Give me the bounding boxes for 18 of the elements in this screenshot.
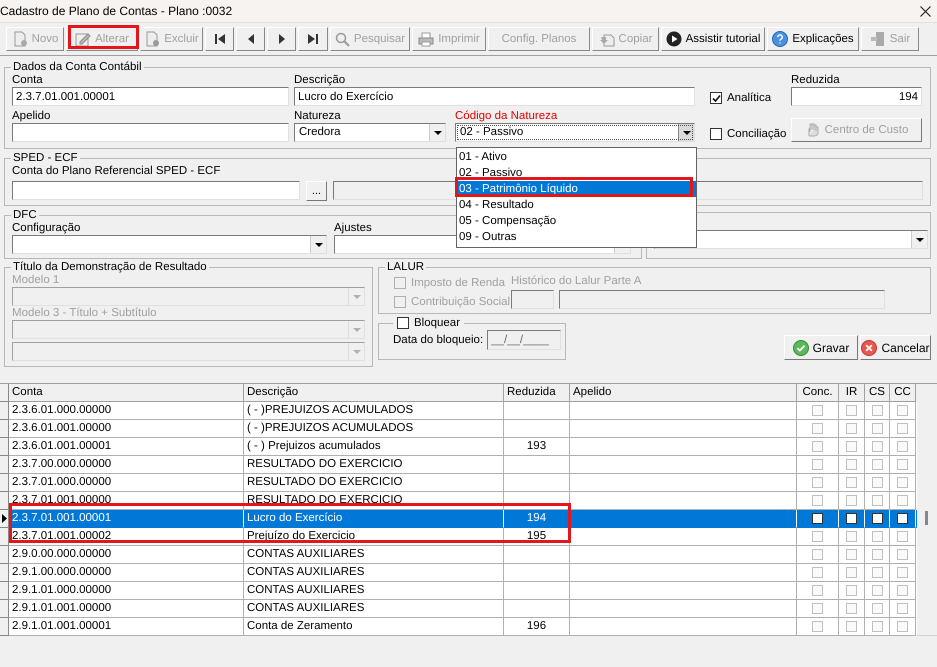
field-label: Reduzida bbox=[791, 73, 841, 87]
field-label: Histórico do Lalur Parte A bbox=[511, 274, 642, 288]
field-label: Natureza bbox=[294, 109, 342, 123]
group-title: LALUR bbox=[386, 261, 426, 273]
field-label: Configuração bbox=[12, 221, 82, 235]
field-label: Código da Natureza bbox=[455, 109, 558, 123]
field-label: Apelido bbox=[12, 109, 52, 123]
field-label: Modelo 3 - Título + Subtítulo bbox=[12, 307, 157, 319]
window-title: Cadastro de Plano de Contas - Plano :0032 bbox=[0, 4, 232, 18]
field-label: Conta bbox=[12, 73, 44, 87]
field-label: Data do bloqueio: bbox=[393, 333, 484, 347]
field-label: Conta do Plano Referencial SPED - ECF bbox=[12, 165, 220, 177]
group-title: Título da Demonstração de Resultado bbox=[12, 261, 208, 273]
field-label: Descrição bbox=[294, 73, 346, 87]
group-title: DFC bbox=[12, 209, 38, 221]
field-label: Modelo 1 bbox=[12, 274, 60, 286]
group-title: Dados da Conta Contábil bbox=[12, 61, 142, 73]
group-title: SPED - ECF bbox=[12, 152, 79, 164]
